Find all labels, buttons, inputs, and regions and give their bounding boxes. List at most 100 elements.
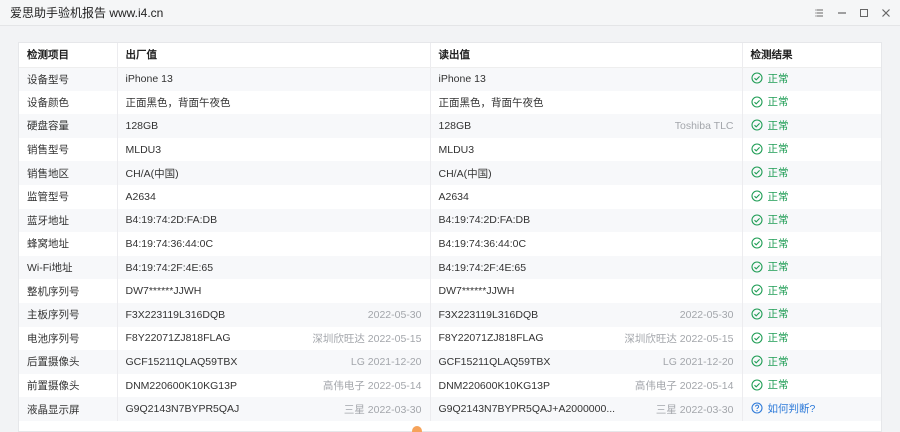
table-row: 监管型号 A2634 A2634 正常 xyxy=(19,184,881,209)
factory-value: 正面黑色，背面午夜色 xyxy=(125,96,231,109)
result-status: 正常 xyxy=(750,236,789,251)
read-value-cell: DNM220600K10KG13P 高伟电子 2022-05-14 xyxy=(429,373,742,398)
result-status: 正常 xyxy=(750,94,789,109)
factory-value-cell: iPhone 13 xyxy=(116,67,430,91)
read-value: A2634 xyxy=(438,190,469,203)
check-circle-icon xyxy=(750,96,763,108)
header-factory-value: 出厂值 xyxy=(116,43,430,68)
factory-value-cell: DNM220600K10KG13P 高伟电子 2022-05-14 xyxy=(116,373,430,398)
menu-button[interactable] xyxy=(812,5,828,21)
table-row: 后置摄像头 GCF15211QLAQ59TBX LG 2021-12-20 GCF15… xyxy=(19,350,881,374)
table-row: 设备型号 iPhone 13 iPhone 13 正常 xyxy=(19,67,881,91)
factory-value: MLDU3 xyxy=(125,143,162,156)
result-cell: 正常 xyxy=(741,232,881,256)
read-value-cell: A2634 xyxy=(429,184,742,209)
result-text: 正常 xyxy=(767,214,789,227)
read-value-cell: B4:19:74:36:44:0C xyxy=(429,232,742,256)
read-value: DNM220600K10KG13P xyxy=(438,379,551,392)
read-extra: LG 2021-12-20 xyxy=(662,355,734,368)
result-cell: 正常 xyxy=(741,67,881,91)
factory-value: F3X223119L316DQB xyxy=(125,308,226,321)
result-cell: 正常 xyxy=(741,255,881,280)
item-name: 后置摄像头 xyxy=(27,356,80,369)
title-bar: 爱思助手验机报告 www.i4.cn xyxy=(0,0,900,26)
table-row: 整机序列号 DW7******JJWH DW7******JJWH 正常 xyxy=(19,279,881,303)
result-text: 正常 xyxy=(767,355,789,368)
result-text: 正常 xyxy=(767,72,789,85)
result-text: 正常 xyxy=(767,96,789,109)
result-cell: 正常 xyxy=(741,114,881,138)
table-row: 液晶显示屏 G9Q2143N7BYPR5QAJ 三星 2022-03-30 G9Q21… xyxy=(19,397,881,421)
check-circle-icon xyxy=(750,190,763,202)
check-circle-icon xyxy=(750,237,763,249)
result-cell: 正常 xyxy=(741,90,881,115)
minimize-icon xyxy=(838,12,846,14)
result-text: 正常 xyxy=(767,119,789,132)
minimize-button[interactable] xyxy=(834,5,850,21)
maximize-button[interactable] xyxy=(856,5,872,21)
item-name: 销售型号 xyxy=(27,144,69,157)
result-cell: 如何判断? xyxy=(741,397,881,421)
read-value-cell: 正面黑色，背面午夜色 xyxy=(429,90,742,115)
item-name: 销售地区 xyxy=(27,167,69,180)
read-value: B4:19:74:2F:4E:65 xyxy=(438,261,527,274)
factory-value-cell: GCF15211QLAQ59TBX LG 2021-12-20 xyxy=(116,350,430,374)
item-name: 设备型号 xyxy=(27,73,69,86)
result-status: 正常 xyxy=(750,212,789,227)
report-panel: 检测项目 出厂值 读出值 检测结果 设备型号 iPhone 13 iPhone 13… xyxy=(18,42,882,432)
read-extra: 高伟电子 2022-05-14 xyxy=(634,380,734,393)
table-row: 主板序列号 F3X223119L316DQB 2022-05-30 F3X223119… xyxy=(19,302,881,327)
table-body: 设备型号 iPhone 13 iPhone 13 正常 设备颜色 正面黑色，背面午夜色 正面… xyxy=(19,67,881,421)
check-circle-icon xyxy=(750,143,763,155)
factory-value-cell: B4:19:74:2D:FA:DB xyxy=(116,208,430,233)
result-cell: 正常 xyxy=(741,161,881,185)
result-cell: 正常 xyxy=(741,208,881,233)
header-result: 检测结果 xyxy=(741,43,881,68)
check-circle-icon xyxy=(750,119,763,131)
read-value-cell: CH/A(中国) xyxy=(429,161,742,185)
close-button[interactable] xyxy=(878,5,894,21)
table-row: 销售地区 CH/A(中国) CH/A(中国) 正常 xyxy=(19,161,881,185)
close-icon xyxy=(882,9,890,17)
read-value-cell: F3X223119L316DQB 2022-05-30 xyxy=(429,302,742,327)
read-value: CH/A(中国) xyxy=(438,167,492,180)
read-value: F3X223119L316DQB xyxy=(438,308,539,321)
read-value-cell: F8Y22071ZJ818FLAG 深圳欣旺达 2022-05-15 xyxy=(429,326,742,351)
factory-value-cell: MLDU3 xyxy=(116,137,430,162)
check-circle-icon xyxy=(750,355,763,367)
item-name: 主板序列号 xyxy=(27,309,80,322)
factory-value: CH/A(中国) xyxy=(125,167,179,180)
check-circle-icon xyxy=(750,72,763,84)
table-row: 电池序列号 F8Y22071ZJ818FLAG 深圳欣旺达 2022-05-15 F8… xyxy=(19,326,881,351)
result-status: 正常 xyxy=(750,165,789,180)
table-row: 硬盘容量 128GB 128GB Toshiba TLC 正常 xyxy=(19,114,881,138)
result-status: 正常 xyxy=(750,118,789,133)
factory-value-cell: F3X223119L316DQB 2022-05-30 xyxy=(116,302,430,327)
item-name: 硬盘容量 xyxy=(27,120,69,133)
read-value: G9Q2143N7BYPR5QAJ+A2000000... xyxy=(438,403,616,416)
read-value-cell: B4:19:74:2D:FA:DB xyxy=(429,208,742,233)
result-status: 正常 xyxy=(750,141,789,156)
table-row: 销售型号 MLDU3 MLDU3 正常 xyxy=(19,137,881,162)
factory-value-cell: F8Y22071ZJ818FLAG 深圳欣旺达 2022-05-15 xyxy=(116,326,430,351)
table-row: 蜂窝地址 B4:19:74:36:44:0C B4:19:74:36:44:0C 正常 xyxy=(19,232,881,256)
factory-value: DNM220600K10KG13P xyxy=(125,379,238,392)
result-status: 正常 xyxy=(750,283,789,298)
factory-value: A2634 xyxy=(125,190,156,203)
factory-extra: 三星 2022-03-30 xyxy=(343,403,422,416)
result-text: 正常 xyxy=(767,379,789,392)
table-row: Wi-Fi地址 B4:19:74:2F:4E:65 B4:19:74:2F:4E:6… xyxy=(19,255,881,280)
item-name: 整机序列号 xyxy=(27,285,80,298)
check-circle-icon xyxy=(750,284,763,296)
read-value: F8Y22071ZJ818FLAG xyxy=(438,332,544,345)
factory-value-cell: B4:19:74:36:44:0C xyxy=(116,232,430,256)
result-text: 正常 xyxy=(767,190,789,203)
factory-value: B4:19:74:2F:4E:65 xyxy=(125,261,214,274)
check-circle-icon xyxy=(750,332,763,344)
factory-value-cell: B4:19:74:2F:4E:65 xyxy=(116,255,430,280)
read-value-cell: DW7******JJWH xyxy=(429,279,742,303)
how-to-judge-link[interactable]: 如何判断? xyxy=(750,401,815,416)
result-cell: 正常 xyxy=(741,184,881,209)
read-value-cell: 128GB Toshiba TLC xyxy=(429,114,742,138)
result-text: 正常 xyxy=(767,308,789,321)
